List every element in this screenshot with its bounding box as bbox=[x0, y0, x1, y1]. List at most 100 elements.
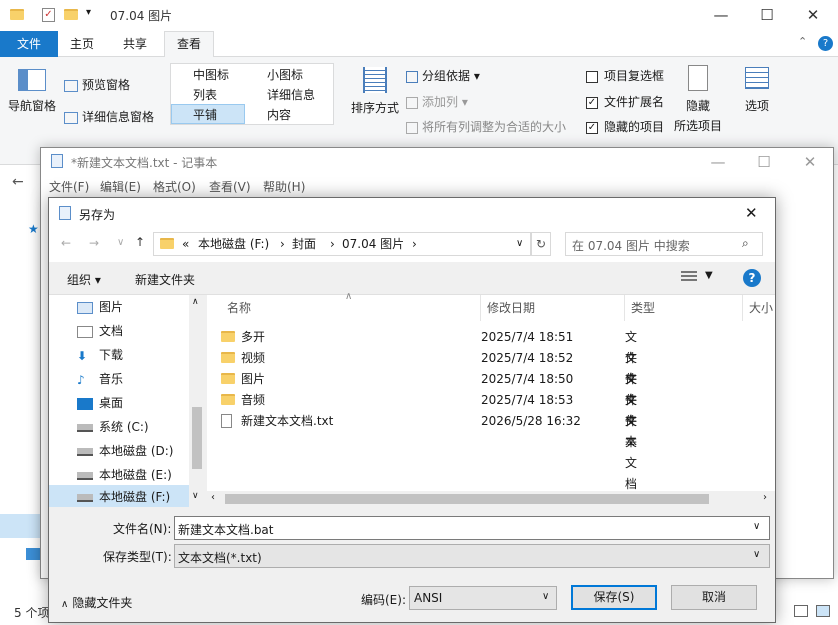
view-dropdown-icon[interactable]: ▼ bbox=[705, 270, 713, 281]
tab-home[interactable]: 主页 bbox=[70, 31, 94, 57]
item-checkbox-box[interactable] bbox=[586, 70, 598, 83]
dialog-close-button[interactable]: ✕ bbox=[745, 204, 758, 222]
cancel-button[interactable]: 取消 bbox=[671, 585, 757, 610]
nav-item-drive-f[interactable]: 本地磁盘 (F:) bbox=[77, 485, 170, 507]
nav-item-downloads[interactable]: ⬇ 下载 bbox=[77, 343, 123, 367]
nav-pane-button[interactable]: 导航窗格 bbox=[6, 67, 58, 127]
maximize-button[interactable]: ☐ bbox=[744, 0, 790, 30]
help-icon[interactable]: ? bbox=[818, 36, 833, 51]
nav-item-drive-e[interactable]: 本地磁盘 (E:) bbox=[77, 463, 172, 487]
filename-input[interactable]: 新建文本文档.bat ∨ bbox=[174, 516, 770, 540]
file-row[interactable]: 图片 2025/7/4 18:50 文件夹 bbox=[221, 369, 637, 428]
hscroll-right-icon[interactable]: › bbox=[763, 492, 767, 503]
file-row[interactable]: 新建文本文档.txt 2026/5/28 16:32 文本文档 bbox=[221, 411, 637, 491]
column-name[interactable]: 名称 bbox=[221, 295, 481, 321]
notepad-minimize-button[interactable]: — bbox=[695, 148, 741, 176]
layout-details[interactable]: 详细信息 bbox=[267, 86, 315, 103]
menu-edit[interactable]: 编辑(E) bbox=[100, 176, 141, 198]
column-size[interactable]: 大小 bbox=[743, 295, 783, 321]
up-icon[interactable]: ↑ bbox=[135, 235, 145, 249]
file-ext-checkbox[interactable]: ✓ bbox=[586, 96, 598, 109]
search-input[interactable]: 在 07.04 图片 中搜索 ⌕ bbox=[565, 232, 763, 256]
nav-item-documents[interactable]: 文档 bbox=[77, 319, 123, 343]
column-date[interactable]: 修改日期 bbox=[481, 295, 625, 321]
refresh-button[interactable]: ↻ bbox=[531, 232, 551, 256]
encoding-value: ANSI bbox=[414, 591, 443, 605]
file-ext-toggle[interactable]: ✓ 文件扩展名 bbox=[586, 93, 664, 110]
file-row[interactable]: 音频 2025/7/4 18:53 文件夹 bbox=[221, 390, 637, 449]
preview-pane-button[interactable]: 预览窗格 bbox=[64, 77, 130, 93]
organize-button[interactable]: 组织 ▾ bbox=[67, 271, 101, 288]
back-arrow-icon[interactable]: ← bbox=[12, 174, 24, 190]
tiles-view-toggle[interactable] bbox=[816, 605, 830, 617]
selected-nav-row[interactable] bbox=[0, 514, 42, 538]
group-by-button[interactable]: 分组依据 ▾ bbox=[406, 67, 480, 84]
hscroll-left-icon[interactable]: ‹ bbox=[211, 492, 215, 503]
breadcrumb-cover[interactable]: 封面 bbox=[292, 233, 316, 255]
notepad-close-button[interactable]: ✕ bbox=[787, 148, 833, 176]
breadcrumb-overflow[interactable]: « bbox=[182, 233, 189, 255]
filetype-select[interactable]: 文本文档(*.txt) ∨ bbox=[174, 544, 770, 568]
encoding-dropdown-icon[interactable]: ∨ bbox=[542, 591, 549, 602]
options-button[interactable]: 选项 bbox=[740, 67, 774, 114]
quick-access-dropdown-icon[interactable]: ▾ bbox=[86, 7, 91, 18]
tab-view[interactable]: 查看 bbox=[164, 31, 214, 58]
notepad-maximize-button[interactable]: ☐ bbox=[741, 148, 787, 176]
item-checkbox-toggle[interactable]: 项目复选框 bbox=[586, 67, 664, 84]
menu-view[interactable]: 查看(V) bbox=[209, 176, 251, 198]
properties-icon[interactable]: ✓ bbox=[42, 8, 55, 22]
menu-format[interactable]: 格式(O) bbox=[153, 176, 196, 198]
dialog-help-icon[interactable]: ? bbox=[743, 269, 761, 287]
menu-file[interactable]: 文件(F) bbox=[49, 176, 89, 198]
file-list-hscrollbar[interactable]: ‹ › bbox=[207, 491, 775, 507]
file-row[interactable]: 视频 2025/7/4 18:52 文件夹 bbox=[221, 348, 637, 407]
nav-item-pictures[interactable]: 图片 bbox=[77, 295, 123, 319]
hscroll-thumb[interactable] bbox=[225, 494, 709, 504]
minimize-button[interactable]: — bbox=[698, 0, 744, 30]
close-button[interactable]: ✕ bbox=[790, 0, 836, 30]
new-folder-icon[interactable] bbox=[64, 9, 78, 20]
sort-by-button[interactable]: 排序方式 bbox=[348, 67, 402, 123]
nav-item-drive-c[interactable]: 系统 (C:) bbox=[77, 415, 149, 439]
details-pane-button[interactable]: 详细信息窗格 bbox=[64, 109, 154, 125]
file-row[interactable]: 多开 2025/7/4 18:51 文件夹 bbox=[221, 327, 637, 386]
nav-pane-scrollbar[interactable]: ∧ ∨ bbox=[189, 295, 205, 507]
scroll-thumb[interactable] bbox=[192, 407, 202, 469]
filename-dropdown-icon[interactable]: ∨ bbox=[753, 521, 760, 532]
breadcrumb-dropdown-icon[interactable]: ∨ bbox=[516, 233, 523, 255]
file-name: 音频 bbox=[241, 393, 266, 407]
layout-content[interactable]: 内容 bbox=[267, 106, 291, 123]
nav-item-drive-d[interactable]: 本地磁盘 (D:) bbox=[77, 439, 173, 463]
new-folder-button[interactable]: 新建文件夹 bbox=[135, 271, 195, 288]
scroll-up-icon[interactable]: ∧ bbox=[192, 297, 199, 307]
layout-small-icons[interactable]: 小图标 bbox=[267, 66, 303, 83]
tab-share[interactable]: 共享 bbox=[123, 31, 147, 57]
drive-icon bbox=[77, 423, 93, 432]
breadcrumb-drive[interactable]: 本地磁盘 (F:) bbox=[198, 233, 269, 255]
hidden-items-checkbox[interactable]: ✓ bbox=[586, 121, 598, 134]
collapse-ribbon-icon[interactable]: ⌃ bbox=[798, 35, 807, 48]
nav-item-music[interactable]: ♪ 音乐 bbox=[77, 367, 123, 391]
save-button[interactable]: 保存(S) bbox=[571, 585, 657, 610]
layout-list[interactable]: 列表 bbox=[193, 86, 217, 103]
nav-item-desktop[interactable]: 桌面 bbox=[77, 391, 123, 415]
breadcrumb-current[interactable]: 07.04 图片 bbox=[342, 233, 404, 255]
hide-selected-button[interactable]: 隐藏 所选项目 bbox=[672, 65, 724, 134]
recent-dropdown-icon[interactable]: ∨ bbox=[117, 237, 124, 248]
layout-medium-icons[interactable]: 中图标 bbox=[193, 66, 229, 83]
details-view-toggle[interactable] bbox=[794, 605, 808, 617]
tab-file[interactable]: 文件 bbox=[0, 31, 58, 57]
scroll-down-icon[interactable]: ∨ bbox=[192, 491, 199, 501]
hidden-items-toggle[interactable]: ✓ 隐藏的项目 bbox=[586, 118, 664, 135]
forward-icon[interactable]: → bbox=[89, 236, 99, 250]
column-type[interactable]: 类型 bbox=[625, 295, 743, 321]
encoding-select[interactable]: ANSI ∨ bbox=[409, 586, 557, 610]
filetype-dropdown-icon[interactable]: ∨ bbox=[753, 549, 760, 560]
back-icon[interactable]: ← bbox=[61, 236, 71, 250]
hide-folders-toggle[interactable]: ∧ 隐藏文件夹 bbox=[61, 594, 132, 611]
breadcrumb[interactable]: « 本地磁盘 (F:) › 封面 › 07.04 图片 › ∨ bbox=[153, 232, 531, 256]
view-options-icon[interactable] bbox=[681, 271, 697, 283]
menu-help[interactable]: 帮助(H) bbox=[263, 176, 305, 198]
quick-access-icon[interactable]: ★ bbox=[28, 222, 39, 236]
network-icon[interactable] bbox=[26, 548, 40, 560]
